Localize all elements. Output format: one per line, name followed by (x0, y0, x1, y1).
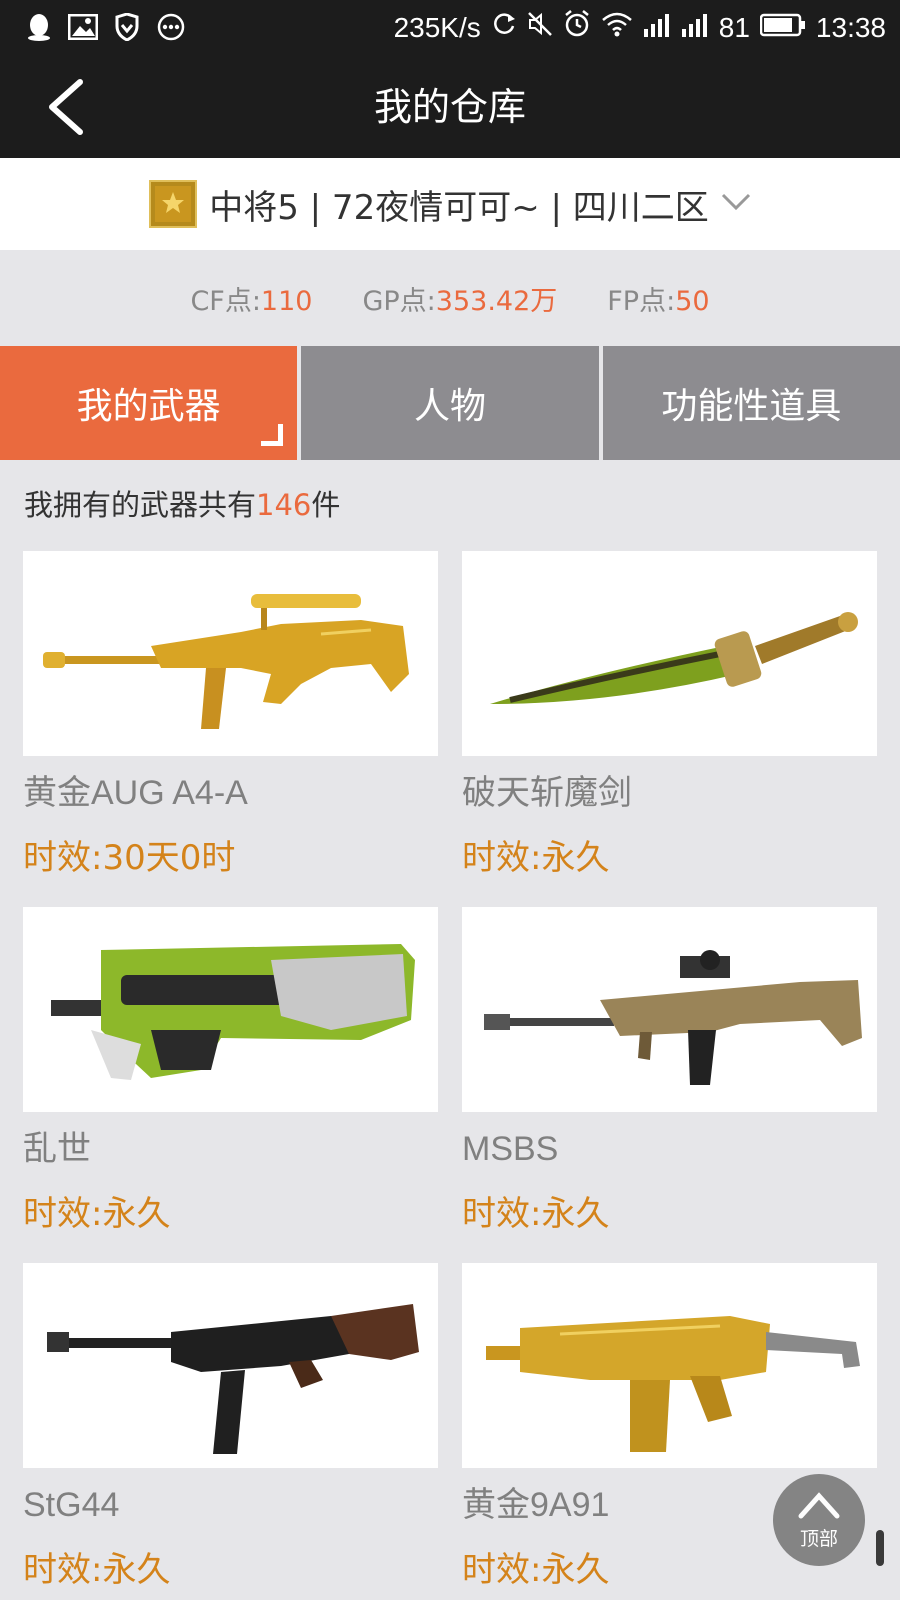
page-title: 我的仓库 (373, 85, 526, 129)
points-value: 110 (260, 285, 313, 317)
clock: 13:38 (815, 11, 886, 43)
status-left-icons (24, 12, 186, 42)
weapon-duration: 时效:永久 (462, 838, 610, 878)
wifi-icon (601, 11, 633, 44)
weapon-duration: 时效:永久 (23, 1194, 171, 1234)
points-label: GP点: (362, 285, 436, 317)
weapon-name: StG44 (23, 1486, 120, 1524)
points-label: CF点: (190, 285, 261, 317)
weapon-card[interactable]: StG44 时效:永久 (23, 1263, 438, 1600)
weapon-duration: 时效:永久 (23, 1550, 171, 1590)
gold-carbine-icon (485, 1315, 860, 1452)
category-tabs: 我的武器 人物 功能性道具 (0, 346, 900, 460)
weapon-duration: 时效:永久 (462, 1194, 610, 1234)
account-selector[interactable]: 中将5 | 72夜情可可~ | 四川二区 (0, 158, 900, 250)
weapon-count-summary: 我拥有的武器共有146件 (24, 482, 340, 524)
tab-characters[interactable]: 人物 (301, 346, 599, 460)
weapon-card[interactable]: 乱世 时效:永久 (23, 907, 438, 1263)
rank-badge-icon (149, 180, 198, 228)
nav-bar: 我的仓库 (0, 56, 900, 158)
summary-suffix: 件 (311, 488, 341, 522)
battery-level: 81 (718, 11, 750, 43)
back-to-top-button[interactable]: 顶部 (773, 1474, 865, 1566)
gold-rifle-icon (42, 593, 409, 729)
rifle-tan-icon (483, 949, 862, 1085)
points-value: 50 (675, 285, 710, 317)
chevron-down-icon (721, 192, 751, 216)
tab-weapons[interactable]: 我的武器 (0, 346, 298, 460)
weapon-name: MSBS (462, 1130, 559, 1168)
weapon-name: 黄金AUG A4-A (23, 774, 248, 812)
weapon-grid: 黄金AUG A4-A 时效:30天0时 破天斩魔剑 时效:永久 乱世 时效:永久… (23, 551, 877, 1600)
chevron-up-icon (798, 1492, 840, 1519)
weapon-image (462, 907, 877, 1112)
fp-points: FP点:50 (607, 279, 709, 318)
tab-label: 人物 (413, 386, 486, 427)
qq-icon (24, 12, 54, 42)
weapon-name: 破天斩魔剑 (462, 774, 632, 812)
weapon-image (462, 551, 877, 756)
mute-icon (527, 11, 553, 44)
gp-points: GP点:353.42万 (362, 279, 557, 318)
sync-icon (491, 11, 517, 44)
status-right: 235K/s 81 13:38 (394, 10, 886, 45)
alarm-icon (563, 10, 591, 45)
scrollbar[interactable] (876, 1530, 884, 1566)
cf-points: CF点:110 (190, 279, 312, 318)
battery-icon (759, 12, 806, 44)
tab-label: 功能性道具 (661, 386, 842, 427)
smg-green-icon (50, 943, 415, 1080)
sword-icon (489, 611, 858, 704)
weapon-name: 乱世 (23, 1130, 91, 1168)
weapon-image (23, 907, 438, 1112)
signal-icon (643, 12, 671, 44)
points-label: FP点: (607, 285, 676, 317)
account-info: 中将5 | 72夜情可可~ | 四川二区 (209, 187, 709, 228)
back-to-top-label: 顶部 (799, 1528, 838, 1550)
selected-corner-icon (261, 424, 284, 446)
weapon-duration: 时效:30天0时 (23, 838, 236, 878)
status-bar: 235K/s 81 13:38 (0, 0, 900, 56)
signal-icon (681, 12, 709, 44)
weapon-image (23, 551, 438, 756)
weapon-count: 146 (256, 488, 312, 522)
more-icon (156, 12, 186, 42)
weapon-image (23, 1263, 438, 1468)
weapon-image (462, 1263, 877, 1468)
summary-prefix: 我拥有的武器共有 (24, 488, 257, 522)
network-speed: 235K/s (393, 11, 481, 43)
image-icon (68, 12, 98, 42)
shield-icon (112, 12, 142, 42)
points-row: CF点:110 GP点:353.42万 FP点:50 (0, 250, 900, 346)
tab-items[interactable]: 功能性道具 (602, 346, 900, 460)
rifle-black-icon (46, 1303, 419, 1454)
weapon-card[interactable]: 破天斩魔剑 时效:永久 (462, 551, 877, 907)
weapon-card[interactable]: 黄金AUG A4-A 时效:30天0时 (23, 551, 438, 907)
weapon-card[interactable]: MSBS 时效:永久 (462, 907, 877, 1263)
tab-label: 我的武器 (76, 386, 221, 427)
points-value: 353.42万 (435, 285, 558, 317)
